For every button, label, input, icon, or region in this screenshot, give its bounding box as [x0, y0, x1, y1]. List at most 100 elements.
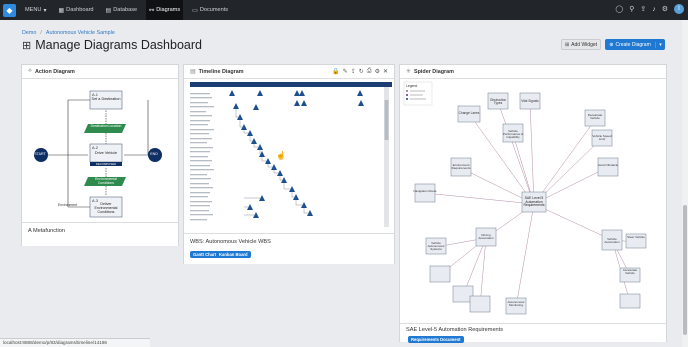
action-panel-title: Action Diagram — [34, 68, 75, 75]
spider-icon: ✳ — [406, 69, 412, 75]
page-title: Manage Diagrams Dashboard — [35, 38, 202, 52]
plus-icon: ⊞ — [564, 41, 570, 48]
add-widget-button[interactable]: ⊞ Add Widget — [561, 39, 601, 50]
bell-icon[interactable]: ♪ — [652, 6, 656, 13]
tag-gantt-chart[interactable]: Gantt Chart — [190, 251, 220, 258]
action-diagram-icon: ⟡ — [28, 68, 32, 74]
create-diagram-caret-icon[interactable]: ▾ — [655, 41, 665, 48]
nav-diagrams-label: Diagrams — [156, 7, 181, 13]
a1-label: Set a Destination — [91, 97, 121, 101]
timeline-panel-title: Timeline Diagram — [198, 68, 244, 75]
nav-documents[interactable]: ▭ Documents — [189, 0, 231, 20]
spider-node-14: Vehicle Autonomous Systems — [427, 241, 445, 252]
timeline-panel-footer: WBS: Autonomous Vehicle WBS Gantt Chart … — [184, 233, 394, 264]
timeline-footer-title: WBS: Autonomous Vehicle WBS — [190, 239, 271, 245]
nav-documents-label: Documents — [199, 7, 229, 13]
spider-node-1: Change Lanes — [458, 111, 480, 115]
spider-panel-footer: SAE Level-5 Automation Requirements Requ… — [400, 323, 666, 343]
sitemap-icon: ⊞ — [22, 39, 32, 52]
avatar[interactable]: I — [674, 4, 684, 14]
item-environment-label: Environmental Conditions — [95, 177, 117, 185]
action-panel-header: ⟡ Action Diagram — [22, 65, 178, 79]
breadcrumb-demo[interactable]: Demo — [22, 30, 36, 36]
spider-node-11: Vehicle Automation — [604, 237, 620, 245]
spider-node-13: Accelerate Vehicle — [622, 268, 638, 276]
create-diagram-label: Create Diagram — [615, 41, 651, 48]
spider-center-label: SAE Level 5 Automation Requirements — [523, 196, 545, 208]
spider-node-12: Steer Vehicle — [627, 235, 645, 239]
chevron-down-icon: ▾ — [43, 7, 47, 14]
wbs-labels — [190, 93, 214, 221]
app-logo-icon[interactable]: ◆ — [3, 3, 16, 17]
spider-panel-header: ✳ Spider Diagram — [400, 65, 666, 79]
lock-icon[interactable]: 🔒 — [332, 68, 339, 75]
milestone-markers — [229, 90, 364, 218]
page-scrollbar[interactable] — [682, 20, 688, 347]
spider-node-3: Vital Signals — [521, 99, 539, 103]
spider-legend-title: Legend — [406, 84, 417, 88]
item-destination-label: Destination Location — [90, 124, 122, 128]
a2-id: A.2 — [92, 145, 99, 150]
cursor-pointer-icon: ☝ — [276, 150, 286, 160]
action-panel-footer: A Metafunction — [22, 222, 178, 246]
timeline-toolbar: 🔒 ✎ ⇪ ↻ ⎙ ⚙ ✕ — [332, 68, 388, 75]
a3-label: Deliver Environmental Conditions — [94, 202, 118, 214]
breadcrumb-separator: / — [40, 30, 42, 36]
nav-database-label: Database — [113, 7, 138, 13]
create-diagram-button[interactable]: ⊕ Create Diagram ▾ — [605, 39, 665, 50]
nav-dashboard-label: Dashboard — [66, 7, 94, 13]
title-row: ⊞ Manage Diagrams Dashboard — [22, 38, 202, 52]
spider-node-10: Driving Automation — [478, 233, 494, 241]
tag-requirements-document[interactable]: Requirements Document — [408, 336, 464, 343]
spider-panel-title: Spider Diagram — [414, 68, 454, 75]
dashboard-icon: ▦ — [58, 7, 65, 14]
menu-button[interactable]: MENU ▾ — [22, 0, 50, 20]
spider-node-2: Obstruction Types — [489, 98, 507, 106]
status-url: localhost:8888/demo/p/83/diagrams/timeli… — [0, 338, 150, 347]
gear-icon[interactable]: ⚙ — [662, 5, 668, 13]
action-footer-title: A Metafunction — [28, 228, 66, 234]
plus-circle-icon: ⊕ — [609, 41, 614, 48]
page-scrollbar-thumb[interactable] — [683, 205, 687, 335]
nav-diagrams[interactable]: ⚯ Diagrams — [146, 0, 184, 20]
spider-node-6: Avoid Obstacle — [597, 163, 619, 167]
refresh-icon[interactable]: ↻ — [359, 68, 364, 75]
close-icon[interactable]: ✕ — [383, 68, 388, 75]
timeline-icon: ▤ — [190, 69, 196, 75]
spider-node-15: Autonomous Monitoring — [507, 300, 525, 308]
diagram-icon: ⚯ — [149, 7, 155, 14]
document-icon: ▭ — [192, 7, 198, 14]
add-widget-label: Add Widget — [571, 41, 598, 48]
gear-icon[interactable]: ⚙ — [375, 68, 380, 75]
top-navbar: ◆ MENU ▾ ▦ Dashboard ▤ Database ⚯ Diagrams ▭… — [0, 0, 688, 20]
breadcrumb-project[interactable]: Autonomous Vehicle Sample — [46, 30, 115, 36]
pin-icon[interactable]: ⚲ — [629, 5, 634, 13]
end-label: END — [150, 152, 158, 156]
dependency-lines — [235, 109, 310, 216]
spider-node-5: Environment Requirements — [451, 163, 471, 171]
spider-node-9: Navigation Route — [413, 189, 437, 193]
timeline-diagram-panel: ▤ Timeline Diagram 🔒 ✎ ⇪ ↻ ⎙ ⚙ ✕ ☝ WBS: … — [183, 64, 395, 264]
start-label: START — [34, 152, 46, 156]
breadcrumb: Demo / Autonomous Vehicle Sample — [22, 30, 115, 36]
nav-dashboard[interactable]: ▦ Dashboard — [56, 0, 97, 20]
spider-node-7: Vehicle Speed Limit — [592, 134, 612, 142]
share-icon[interactable]: ⇪ — [640, 5, 646, 13]
spider-legend: Legend — [403, 81, 433, 106]
database-icon: ▤ — [105, 7, 112, 14]
print-icon[interactable]: ⎙ — [367, 68, 372, 75]
decomposed-label: DECOMPOSED — [95, 162, 117, 166]
nav-database[interactable]: ▤ Database — [103, 0, 141, 20]
environment-branch-label: Environment — [58, 203, 78, 207]
spider-node-4: Vehicle Performance & Capability — [502, 129, 523, 140]
spider-footer-title: SAE Level-5 Automation Requirements — [406, 327, 504, 333]
tag-kanban-board[interactable]: Kanban Board — [216, 251, 251, 258]
timeline-canvas[interactable]: ☝ — [184, 80, 394, 230]
chat-icon[interactable]: ◯ — [615, 5, 623, 13]
edit-icon[interactable]: ✎ — [343, 68, 348, 75]
a2-label: Drive Vehicle — [94, 151, 118, 155]
spider-node-8: Decelerate Vehicle — [587, 113, 603, 121]
spider-diagram-panel: ✳ Spider Diagram Legend SAE Level 5 Auto… — [399, 64, 667, 343]
menu-label: MENU — [25, 7, 42, 13]
share-icon[interactable]: ⇪ — [351, 68, 356, 75]
